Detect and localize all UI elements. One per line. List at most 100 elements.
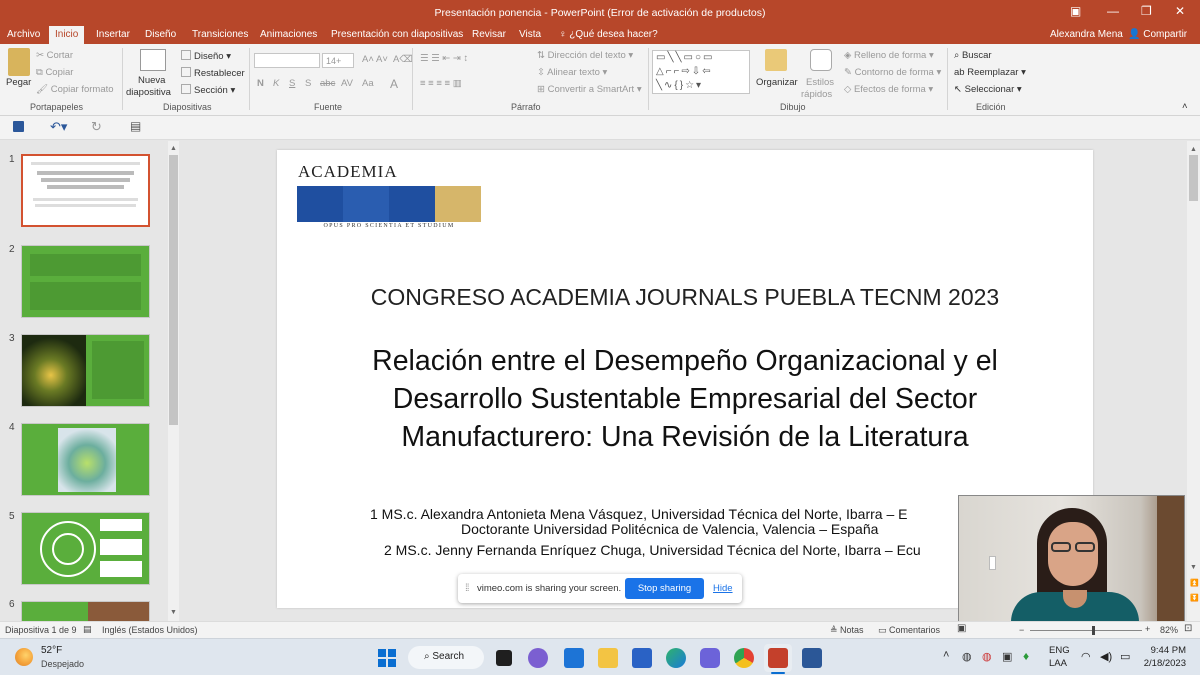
clock-date[interactable]: 2/18/2023 xyxy=(1140,658,1186,669)
tab-animaciones[interactable]: Animaciones xyxy=(260,29,317,40)
scroll-thumb[interactable] xyxy=(1189,155,1198,201)
quick-styles-button[interactable]: Estilos xyxy=(806,77,834,88)
language-status[interactable]: Inglés (Estados Unidos) xyxy=(102,625,198,635)
italic-button[interactable]: K xyxy=(273,78,279,89)
shape-effects-button[interactable]: ◇ Efectos de forma ▾ xyxy=(844,84,933,95)
app-icon[interactable] xyxy=(700,648,720,668)
language-code[interactable]: ENG xyxy=(1049,645,1070,656)
arrange-icon[interactable] xyxy=(765,49,787,71)
smartart-button[interactable]: ⊞ Convertir a SmartArt ▾ xyxy=(537,84,642,95)
quick-styles-icon[interactable] xyxy=(810,49,832,71)
zoom-out-icon[interactable]: − xyxy=(1019,625,1024,635)
zoom-in-icon[interactable]: + xyxy=(1145,624,1150,634)
tab-diseno[interactable]: Diseño xyxy=(145,29,176,40)
slide-thumbnail-4[interactable] xyxy=(21,423,150,496)
chevron-up-icon[interactable]: ˄ xyxy=(943,649,949,661)
slide-thumbnail-1[interactable] xyxy=(21,154,150,227)
replace-button[interactable]: ab Reemplazar ▾ xyxy=(954,67,1026,78)
spellcheck-icon[interactable]: ▤ xyxy=(83,624,92,635)
new-slide-icon[interactable] xyxy=(140,49,166,71)
collapse-ribbon-icon[interactable]: ˄ xyxy=(1182,101,1188,112)
fit-slide-icon[interactable]: ⊡ xyxy=(1184,623,1192,634)
slide-thumbnail-5[interactable] xyxy=(21,512,150,585)
user-name[interactable]: Alexandra Mena xyxy=(1050,29,1123,40)
slide-thumbnail-2[interactable] xyxy=(21,245,150,318)
cut-button[interactable]: ✂ Cortar xyxy=(36,50,73,61)
tray-icon[interactable]: ◍ xyxy=(962,650,972,663)
normal-view-icon[interactable]: ▣ xyxy=(957,623,966,634)
word-icon[interactable] xyxy=(802,648,822,668)
change-case-button[interactable]: Aa xyxy=(362,78,374,89)
zoom-slider-thumb[interactable] xyxy=(1092,626,1095,635)
quick-styles-button-line2[interactable]: rápidos xyxy=(801,89,832,100)
grow-font-icon[interactable]: A˄ xyxy=(362,54,374,65)
clear-format-icon[interactable]: A⌫ xyxy=(393,54,413,65)
find-button[interactable]: ⌕ Buscar xyxy=(954,50,992,61)
spacing-icon[interactable]: AV xyxy=(341,78,353,89)
prev-slide-icon[interactable]: ⏫ xyxy=(1190,579,1199,587)
tell-me-box[interactable]: ♀ ¿Qué desea hacer? xyxy=(559,29,658,40)
tray-icon-2[interactable]: ◍ xyxy=(982,650,992,663)
slide-thumbnail-6[interactable] xyxy=(21,601,150,621)
minimize-icon[interactable]: — xyxy=(1107,4,1119,18)
weather-icon[interactable] xyxy=(15,648,33,666)
underline-button[interactable]: S xyxy=(289,78,295,89)
tray-icon-3[interactable]: ▣ xyxy=(1002,650,1012,663)
shapes-gallery[interactable]: ▭╲╲▭○▭ △⌐⌐⇨⇩⇦ ╲∿{}☆▾ xyxy=(652,50,750,94)
volume-icon[interactable]: ◀) xyxy=(1100,650,1112,663)
tab-inicio[interactable]: Inicio xyxy=(49,26,85,44)
mic-icon[interactable]: ♦ xyxy=(1023,649,1029,663)
task-view-icon[interactable] xyxy=(496,650,512,666)
restore-icon[interactable]: ❐ xyxy=(1141,4,1152,18)
close-icon[interactable]: ✕ xyxy=(1175,4,1185,18)
bold-button[interactable]: N xyxy=(257,78,264,89)
edge-icon[interactable] xyxy=(666,648,686,668)
file-explorer-icon[interactable] xyxy=(598,648,618,668)
text-direction-button[interactable]: ⇅ Dirección del texto ▾ xyxy=(537,50,633,61)
shadow-button[interactable]: S xyxy=(305,78,311,89)
chat-icon[interactable] xyxy=(528,648,548,668)
next-slide-icon[interactable]: ⏬ xyxy=(1190,594,1199,602)
editor-scrollbar[interactable]: ▲ ▼ ⏫ ⏬ xyxy=(1187,141,1200,621)
store-icon[interactable] xyxy=(632,648,652,668)
taskbar-search[interactable]: ⌕ Search xyxy=(408,646,484,669)
shape-outline-button[interactable]: ✎ Contorno de forma ▾ xyxy=(844,67,941,78)
paste-icon[interactable] xyxy=(8,48,30,76)
new-slide-button-line2[interactable]: diapositiva xyxy=(126,87,171,98)
shrink-font-icon[interactable]: A˅ xyxy=(376,54,388,65)
save-icon[interactable] xyxy=(13,121,24,132)
zoom-slider[interactable] xyxy=(1030,630,1142,631)
tab-presentacion[interactable]: Presentación con diapositivas xyxy=(331,29,463,40)
font-name-input[interactable] xyxy=(254,53,320,68)
strikethrough-button[interactable]: abc xyxy=(320,78,335,89)
ribbon-display-icon[interactable]: ▣ xyxy=(1070,4,1081,18)
tab-transiciones[interactable]: Transiciones xyxy=(192,29,248,40)
hide-link[interactable]: Hide xyxy=(713,583,733,594)
copy-button[interactable]: ⧉ Copiar xyxy=(36,67,73,78)
scroll-thumb[interactable] xyxy=(169,155,178,425)
font-color-icon[interactable]: A xyxy=(390,77,398,91)
align-icon[interactable]: ≡ ≡ ≡ ≡ ▥ xyxy=(420,78,462,89)
align-text-button[interactable]: ⇳ Alinear texto ▾ xyxy=(537,67,607,78)
chrome-icon[interactable] xyxy=(734,648,754,668)
mail-icon[interactable] xyxy=(564,648,584,668)
arrange-button[interactable]: Organizar xyxy=(756,77,798,88)
wifi-icon[interactable]: ◠ xyxy=(1081,650,1091,663)
section-button[interactable]: Sección ▾ xyxy=(181,84,235,96)
share-button[interactable]: 👤 Compartir xyxy=(1128,29,1187,40)
battery-icon[interactable]: ▭ xyxy=(1120,650,1130,663)
font-size-input[interactable]: 14+ xyxy=(322,53,354,68)
shape-fill-button[interactable]: ◈ Relleno de forma ▾ xyxy=(844,50,934,61)
drag-handle-icon[interactable]: ⁞⁞ xyxy=(465,583,469,594)
select-button[interactable]: ↖ Seleccionar ▾ xyxy=(954,84,1022,95)
format-painter-button[interactable]: 🖌 Copiar formato xyxy=(36,84,114,95)
tab-archivo[interactable]: Archivo xyxy=(7,29,40,40)
notes-button[interactable]: ≜ Notas xyxy=(830,625,864,636)
present-icon[interactable]: ▤ xyxy=(130,119,141,133)
tab-revisar[interactable]: Revisar xyxy=(472,29,506,40)
powerpoint-icon[interactable] xyxy=(768,648,788,668)
comments-button[interactable]: ▭ Comentarios xyxy=(878,625,940,636)
layout-button[interactable]: Diseño ▾ xyxy=(181,50,231,62)
zoom-level[interactable]: 82% xyxy=(1160,625,1178,635)
bullets-icon[interactable]: ☰ ☰ ⇤ ⇥ ↕ xyxy=(420,53,468,64)
